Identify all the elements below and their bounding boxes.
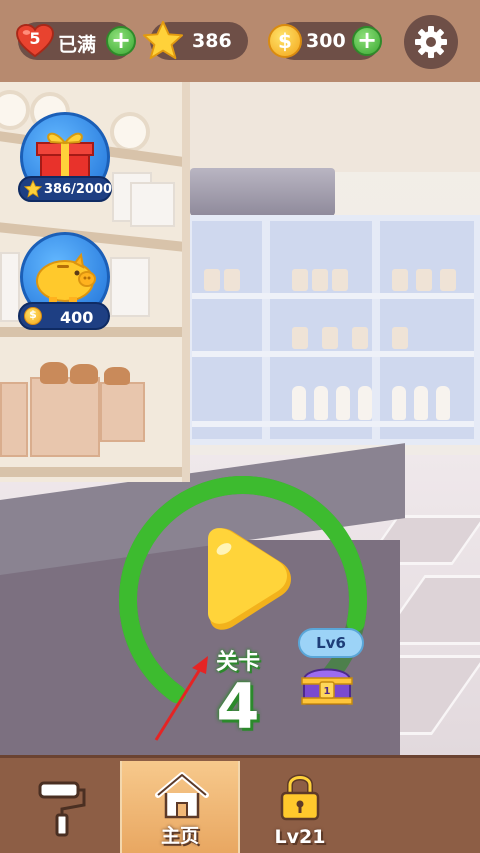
gift-progress-bar: 386/2000 — [18, 176, 112, 202]
home-icon — [155, 772, 209, 819]
settings-button[interactable] — [404, 15, 458, 69]
coins-value: 300 — [306, 30, 346, 52]
svg-text:1: 1 — [324, 686, 331, 697]
tab-decorate[interactable] — [0, 761, 120, 853]
stars-value: 386 — [192, 30, 232, 52]
paint-roller-icon — [38, 781, 86, 837]
add-lives-button[interactable]: + — [106, 26, 136, 56]
treasure-chest-icon[interactable]: 1 — [300, 660, 354, 708]
refrigerator-display — [186, 215, 480, 445]
tab-locked-level[interactable]: Lv21 — [240, 761, 360, 853]
star-icon — [24, 180, 42, 198]
coin-icon: $ — [268, 24, 302, 58]
chest-level-badge: Lv6 — [298, 628, 364, 658]
play-level-button[interactable] — [190, 527, 294, 631]
gift-progress-text: 386/2000 — [44, 182, 113, 197]
lives-status: 已满 — [58, 34, 97, 56]
lock-icon — [280, 774, 320, 821]
tab-locked-label: Lv21 — [274, 826, 326, 848]
bottom-navigation: 主页 Lv21 — [0, 755, 480, 853]
lives-count: 5 — [29, 29, 41, 48]
coin-icon: $ — [24, 307, 42, 325]
gear-icon — [415, 26, 447, 58]
ceiling-vent — [190, 168, 335, 216]
tab-home-label: 主页 — [160, 825, 199, 847]
tab-home[interactable]: 主页 — [120, 761, 240, 853]
pointer-arrow-icon — [154, 656, 208, 741]
back-wall — [170, 82, 480, 172]
piggy-bank-amount: 400 — [60, 308, 94, 327]
piggy-bank-value: $ 400 — [18, 302, 110, 330]
add-coins-button[interactable]: + — [352, 26, 382, 56]
star-icon — [142, 20, 184, 60]
